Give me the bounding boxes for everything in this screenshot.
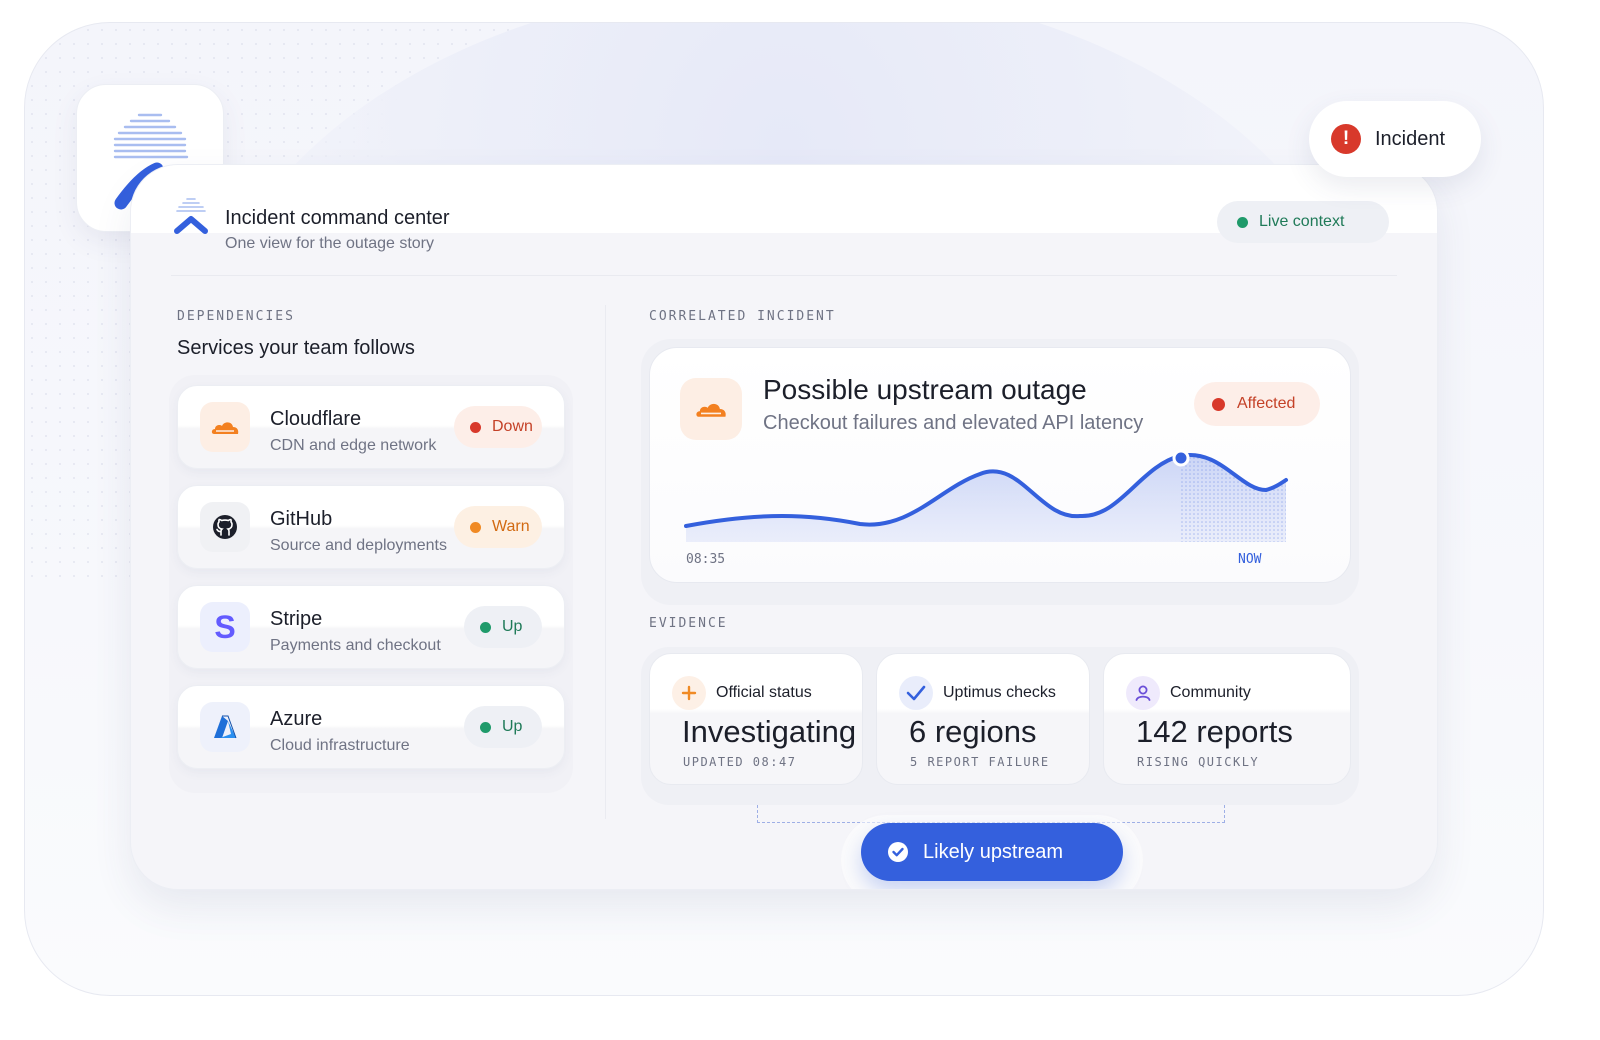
evidence-card-official-status[interactable]: Official status Investigating UPDATED 08…: [649, 653, 863, 785]
incident-sparkline: [684, 449, 1288, 542]
status-badge-up: Up: [464, 706, 542, 748]
status-dot: [470, 421, 481, 433]
status-label: Up: [502, 718, 523, 735]
evidence-meta: UPDATED 08:47: [683, 755, 797, 769]
dependencies-title: Services your team follows: [177, 337, 415, 359]
page-title: Incident command center: [225, 207, 450, 229]
evidence-card-uptimus-checks[interactable]: Uptimus checks 6 regions 5 REPORT FAILUR…: [876, 653, 1090, 785]
cloudflare-icon: [200, 402, 250, 452]
affected-status-badge: Affected: [1194, 382, 1320, 426]
evidence-label: Official status: [716, 684, 812, 701]
evidence-group: Official status Investigating UPDATED 08…: [641, 647, 1359, 805]
check-icon: [899, 676, 933, 710]
dependency-description: CDN and edge network: [270, 437, 437, 454]
dependency-name: GitHub: [270, 508, 333, 530]
status-dot: [480, 721, 491, 733]
user-icon: [1126, 676, 1160, 710]
dependency-name: Azure: [270, 708, 323, 730]
status-label: Down: [492, 418, 533, 435]
dependency-description: Payments and checkout: [270, 637, 441, 654]
status-badge-warn: Warn: [454, 506, 542, 548]
correlated-incident-wrap: Possible upstream outage Checkout failur…: [641, 339, 1359, 605]
evidence-card-community[interactable]: Community 142 reports RISING QUICKLY: [1103, 653, 1351, 785]
affected-label: Affected: [1237, 395, 1296, 412]
incident-subtitle: Checkout failures and elevated API laten…: [763, 412, 1144, 434]
incident-badge[interactable]: ! Incident: [1309, 101, 1481, 177]
status-dot: [470, 521, 481, 533]
evidence-value: 6 regions: [909, 714, 1037, 749]
correlated-incident-card[interactable]: Possible upstream outage Checkout failur…: [649, 347, 1351, 583]
dependency-list: Cloudflare CDN and edge network Down Git…: [169, 375, 573, 793]
evidence-meta: 5 REPORT FAILURE: [910, 755, 1050, 769]
dependencies-section-label: DEPENDENCIES: [177, 309, 295, 324]
status-badge-up: Up: [464, 606, 542, 648]
likely-upstream-button[interactable]: Likely upstream: [861, 823, 1123, 881]
correlated-section-label: CORRELATED INCIDENT: [649, 309, 836, 324]
alert-circle-icon: !: [1331, 124, 1361, 154]
sparkline-start-label: 08:35: [686, 552, 726, 567]
evidence-value: Investigating: [682, 714, 857, 749]
live-context-badge[interactable]: Live context: [1217, 201, 1389, 243]
dependency-card-cloudflare[interactable]: Cloudflare CDN and edge network Down: [177, 385, 565, 469]
dependency-name: Cloudflare: [270, 408, 362, 430]
status-badge-down: Down: [454, 406, 542, 448]
sparkline-peak-point: [1172, 449, 1190, 467]
incident-title: Possible upstream outage: [763, 374, 1087, 405]
status-label: Warn: [492, 518, 530, 535]
dependency-card-azure[interactable]: Azure Cloud infrastructure Up: [177, 685, 565, 769]
status-dot: [480, 621, 491, 633]
cloudflare-icon: [680, 378, 742, 440]
stripe-icon: S: [200, 602, 250, 652]
header-divider: [171, 275, 1397, 276]
live-status-dot: [1237, 216, 1248, 228]
evidence-section-label: EVIDENCE: [649, 616, 728, 631]
evidence-label: Uptimus checks: [943, 684, 1056, 701]
status-dot: [1212, 397, 1225, 411]
evidence-meta: RISING QUICKLY: [1137, 755, 1260, 769]
azure-icon: [200, 702, 250, 752]
dependency-card-github[interactable]: GitHub Source and deployments Warn: [177, 485, 565, 569]
page-subtitle: One view for the outage story: [225, 235, 434, 252]
sparkline-end-label: NOW: [1238, 552, 1262, 567]
check-circle-icon: [888, 842, 908, 862]
github-icon: [200, 502, 250, 552]
plus-icon: [672, 676, 706, 710]
dependency-description: Source and deployments: [270, 537, 447, 554]
evidence-label: Community: [1170, 684, 1251, 701]
column-divider: [605, 305, 606, 819]
incident-badge-label: Incident: [1375, 127, 1446, 150]
dependency-card-stripe[interactable]: S Stripe Payments and checkout Up: [177, 585, 565, 669]
live-context-label: Live context: [1259, 213, 1345, 230]
status-label: Up: [502, 618, 523, 635]
incident-command-panel: Incident command center One view for the…: [130, 164, 1438, 890]
dependency-description: Cloud infrastructure: [270, 737, 410, 754]
header-logo-icon: [174, 198, 208, 234]
evidence-value: 142 reports: [1136, 714, 1293, 749]
sparkline-area-dots: [1180, 454, 1286, 542]
dependency-name: Stripe: [270, 608, 323, 630]
likely-upstream-label: Likely upstream: [923, 840, 1064, 863]
